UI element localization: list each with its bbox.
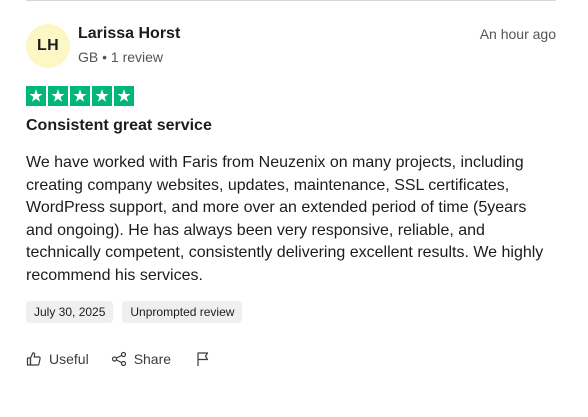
review-date-tag: July 30, 2025 [26, 301, 114, 323]
share-label: Share [133, 351, 172, 367]
thumbs-up-icon [26, 351, 42, 367]
review-tags: July 30, 2025 Unprompted review [26, 301, 243, 323]
report-button[interactable] [195, 351, 211, 367]
avatar[interactable]: LH [26, 24, 70, 68]
top-divider [26, 0, 556, 1]
share-button[interactable]: Share [111, 351, 171, 367]
star-icon [114, 86, 134, 106]
unprompted-review-tag[interactable]: Unprompted review [122, 301, 243, 323]
reviewer-meta: GB • 1 review [78, 49, 164, 65]
star-icon [48, 86, 68, 106]
reviewer-name[interactable]: Larissa Horst [78, 25, 180, 43]
useful-label: Useful [49, 351, 89, 367]
share-icon [111, 351, 127, 367]
review-title: Consistent great service [26, 117, 212, 134]
flag-icon [195, 351, 211, 367]
review-header: LH Larissa Horst GB • 1 review An hour a… [26, 24, 556, 70]
useful-button[interactable]: Useful [26, 351, 89, 367]
review-body: We have worked with Faris from Neuzenix … [26, 154, 544, 284]
review-timestamp: An hour ago [479, 26, 556, 42]
star-icon [70, 86, 90, 106]
star-rating [26, 86, 134, 106]
star-icon [26, 86, 46, 106]
star-icon [92, 86, 112, 106]
review-actions: Useful Share [26, 351, 211, 367]
